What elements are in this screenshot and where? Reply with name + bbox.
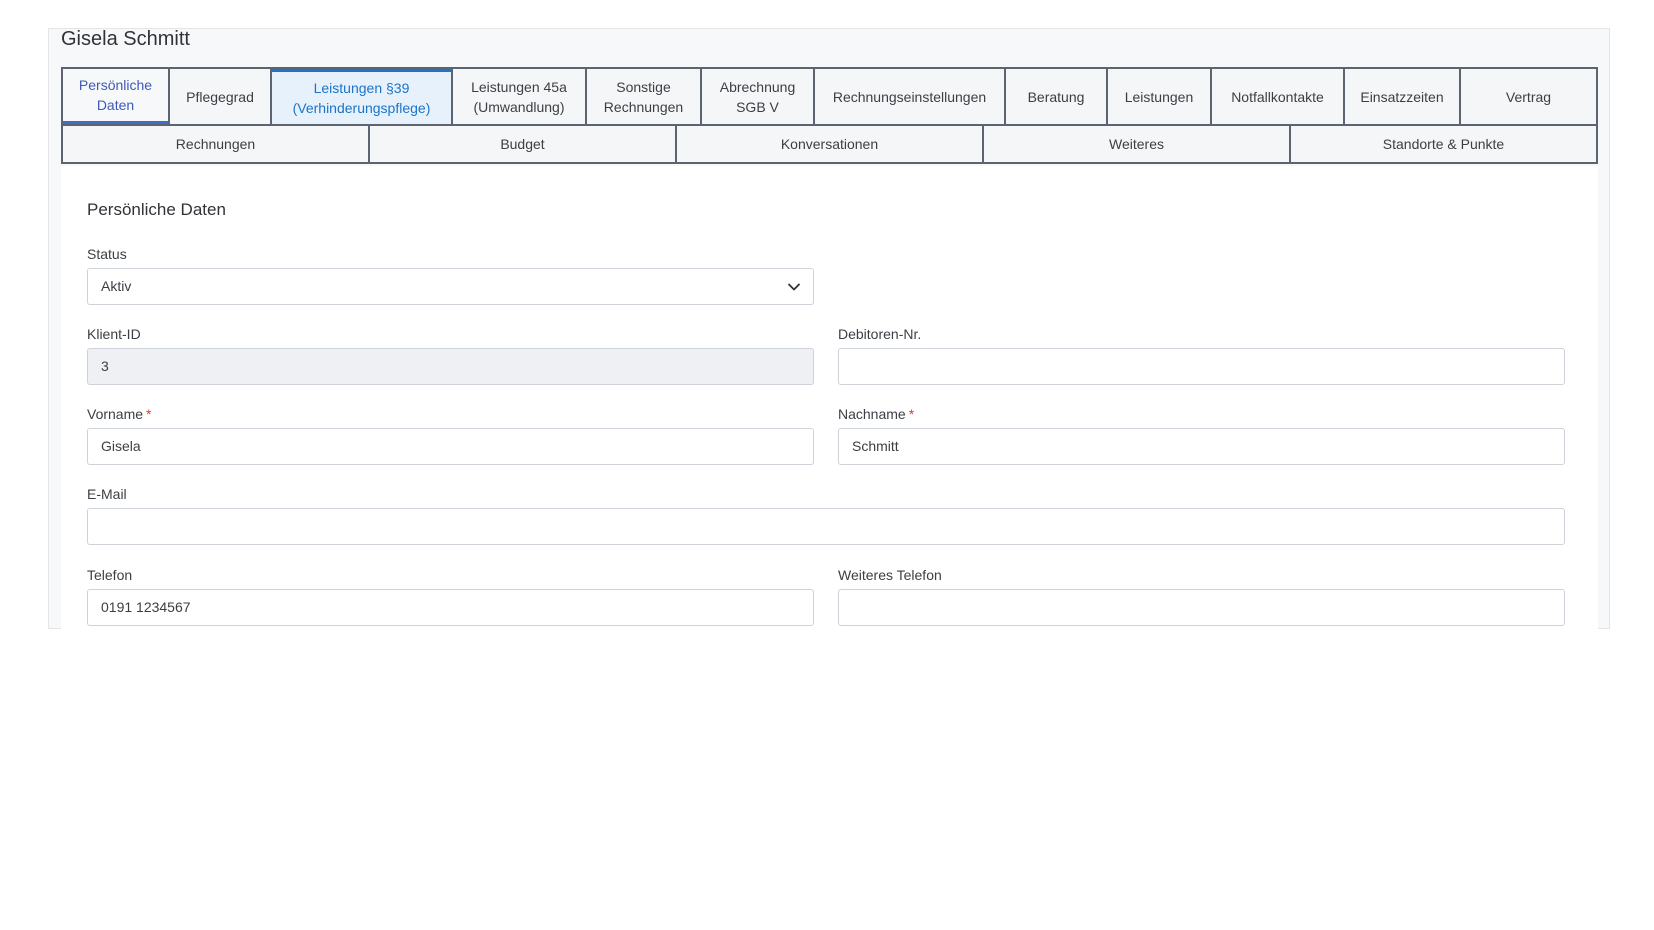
tab-rechnungen[interactable]: Rechnungen bbox=[63, 126, 370, 162]
tab-leistungen[interactable]: Leistungen bbox=[1108, 69, 1212, 124]
debtor-no-label: Debitoren-Nr. bbox=[838, 326, 922, 342]
chevron-down-icon bbox=[788, 283, 800, 291]
tab-persoenliche-daten[interactable]: Persönliche Daten bbox=[63, 69, 170, 124]
status-label: Status bbox=[87, 246, 127, 262]
tab-vertrag[interactable]: Vertrag bbox=[1461, 69, 1596, 124]
phone2-label: Weiteres Telefon bbox=[838, 567, 942, 583]
tab-leistungen-45a[interactable]: Leistungen 45a (Umwandlung) bbox=[453, 69, 587, 124]
tab-sonstige-rechnungen[interactable]: Sonstige Rechnungen bbox=[587, 69, 702, 124]
tab-rechnungseinstellungen[interactable]: Rechnungseinstellungen bbox=[815, 69, 1006, 124]
client-id-field[interactable]: 3 bbox=[87, 348, 814, 385]
phone-field[interactable]: 0191 1234567 bbox=[87, 589, 814, 626]
tab-pflegegrad[interactable]: Pflegegrad bbox=[170, 69, 272, 124]
last-name-label: Nachname * bbox=[838, 406, 915, 422]
client-card: Gisela Schmitt Persönliche Daten Pflegeg… bbox=[48, 28, 1610, 629]
status-select-value: Aktiv bbox=[101, 278, 132, 294]
tab-standorte-punkte[interactable]: Standorte & Punkte bbox=[1291, 126, 1596, 162]
tab-row-primary: Persönliche Daten Pflegegrad Leistungen … bbox=[61, 67, 1598, 126]
tab-bar: Persönliche Daten Pflegegrad Leistungen … bbox=[61, 67, 1598, 164]
debtor-no-field[interactable] bbox=[838, 348, 1565, 385]
section-title: Persönliche Daten bbox=[87, 200, 226, 219]
tab-konversationen[interactable]: Konversationen bbox=[677, 126, 984, 162]
tab-notfallkontakte[interactable]: Notfallkontakte bbox=[1212, 69, 1345, 124]
email-label: E-Mail bbox=[87, 486, 127, 502]
phone-label: Telefon bbox=[87, 567, 133, 583]
email-field[interactable] bbox=[87, 508, 1565, 545]
tab-weiteres[interactable]: Weiteres bbox=[984, 126, 1291, 162]
first-name-label: Vorname * bbox=[87, 406, 152, 422]
last-name-field[interactable]: Schmitt bbox=[838, 428, 1565, 465]
status-select[interactable]: Aktiv bbox=[87, 268, 814, 305]
phone2-field[interactable] bbox=[838, 589, 1565, 626]
form-panel: Persönliche Daten Status Aktiv Klient-ID… bbox=[61, 166, 1598, 629]
required-marker: * bbox=[146, 406, 152, 422]
tab-beratung[interactable]: Beratung bbox=[1006, 69, 1108, 124]
required-marker: * bbox=[908, 406, 915, 422]
tab-row-secondary: Rechnungen Budget Konversationen Weitere… bbox=[61, 126, 1598, 164]
client-name-heading: Gisela Schmitt bbox=[61, 28, 190, 50]
first-name-field[interactable]: Gisela bbox=[87, 428, 814, 465]
tab-budget[interactable]: Budget bbox=[370, 126, 677, 162]
client-id-label: Klient-ID bbox=[87, 326, 141, 342]
tab-einsatzzeiten[interactable]: Einsatzzeiten bbox=[1345, 69, 1461, 124]
tab-leistungen-39[interactable]: Leistungen §39 (Verhinderungspflege) bbox=[272, 69, 453, 124]
tab-abrechnung-sgb-v[interactable]: Abrechnung SGB V bbox=[702, 69, 815, 124]
